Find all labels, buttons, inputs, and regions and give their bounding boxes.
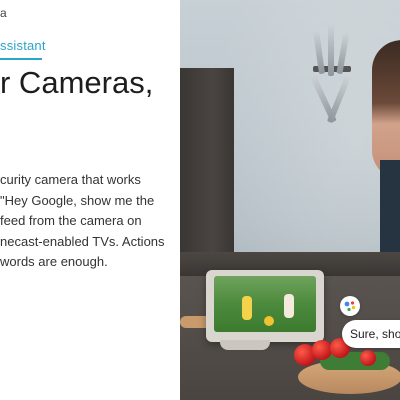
person xyxy=(372,40,400,180)
assistant-reply-text: Sure, show xyxy=(350,327,400,341)
body-line: "Hey Google, show me the xyxy=(0,192,155,208)
eyebrow-underline xyxy=(0,58,42,60)
google-assistant-icon xyxy=(340,296,360,316)
child-figure xyxy=(242,296,252,320)
tomato xyxy=(312,340,332,360)
breadcrumb[interactable]: a xyxy=(0,6,7,20)
kitchen-cabinet xyxy=(180,68,234,264)
page: a ssistant r Cameras, curity camera that… xyxy=(0,0,400,400)
assistant-dots-icon xyxy=(344,301,356,312)
article-text-panel: a ssistant r Cameras, curity camera that… xyxy=(0,0,180,400)
page-title: r Cameras, xyxy=(0,65,154,100)
body-line: curity camera that works xyxy=(0,172,141,187)
article-body: curity camera that works "Hey Google, sh… xyxy=(0,170,176,273)
knife xyxy=(328,24,334,76)
assistant-reply-bubble: Sure, show xyxy=(342,320,400,348)
tomato xyxy=(360,350,376,366)
body-line: words are enough. xyxy=(0,254,108,269)
child-figure xyxy=(284,294,294,318)
ball xyxy=(264,316,274,326)
eyebrow-label: ssistant xyxy=(0,38,46,53)
camera-feed-screen xyxy=(214,276,316,332)
smart-display-stand xyxy=(220,340,270,350)
hero-photo: Sure, show xyxy=(180,0,400,400)
smart-display xyxy=(206,270,324,342)
body-line: necast-enabled TVs. Actions xyxy=(0,233,165,249)
body-line: feed from the camera on xyxy=(0,213,142,228)
